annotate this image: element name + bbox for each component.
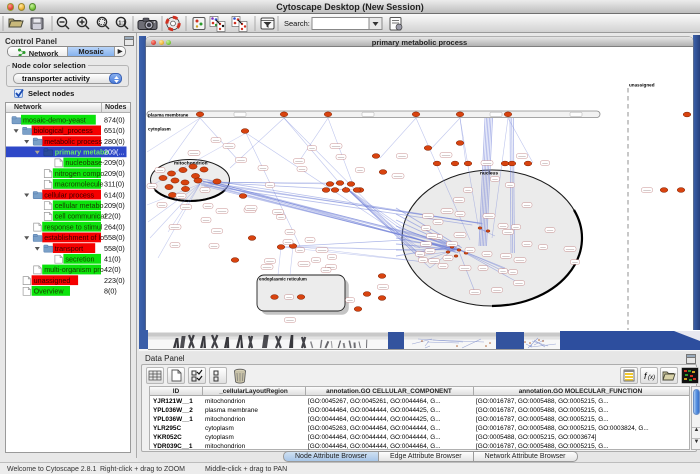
svg-text:mosaic-demo-yeast: mosaic-demo-yeast [23, 115, 86, 124]
svg-text:plasma membrane: plasma membrane [148, 112, 189, 117]
svg-text:22(0): 22(0) [104, 212, 121, 221]
svg-text:multi-organism pro: multi-organism pro [44, 265, 104, 274]
svg-text:8(0): 8(0) [104, 287, 117, 296]
svg-text:42(0): 42(0) [104, 265, 121, 274]
svg-text:endoplasmic reticulum: endoplasmic reticulum [259, 277, 307, 282]
svg-text:cellular process: cellular process [44, 190, 94, 199]
svg-text:macromolecule: macromolecule [55, 180, 104, 189]
svg-text:209(...: 209(... [104, 148, 124, 157]
svg-text:unassigned: unassigned [34, 276, 71, 285]
svg-text:209(0): 209(0) [104, 201, 125, 210]
svg-text:209(0): 209(0) [104, 158, 125, 167]
svg-text:nitrogen compo: nitrogen compo [55, 169, 105, 178]
svg-text:primary metabo: primary metabo [55, 148, 110, 157]
svg-text:41(0): 41(0) [104, 255, 121, 264]
svg-text:cell communicat: cell communicat [55, 212, 107, 221]
svg-text:cytoplasm: cytoplasm [148, 127, 171, 132]
svg-text:biological_process: biological_process [34, 126, 94, 135]
svg-text:651(0): 651(0) [104, 126, 125, 135]
svg-text:unassigned: unassigned [629, 83, 655, 88]
svg-text:establishment of lo: establishment of lo [44, 233, 104, 242]
svg-text:223(0): 223(0) [104, 276, 125, 285]
svg-text:nucleobase-: nucleobase- [65, 158, 105, 167]
svg-text:614(0): 614(0) [104, 190, 125, 199]
svg-text:311(0): 311(0) [104, 180, 124, 189]
svg-text:209(0): 209(0) [104, 169, 125, 178]
svg-text:response to stimul: response to stimul [44, 222, 103, 231]
svg-text:Search:: Search: [284, 19, 310, 28]
svg-text:metabolic process: metabolic process [44, 137, 102, 146]
svg-text:secretion: secretion [65, 255, 94, 264]
svg-text:nucleus: nucleus [480, 171, 498, 177]
svg-text:558(0): 558(0) [104, 244, 125, 253]
svg-text:874(0): 874(0) [104, 115, 125, 124]
svg-text:264(0): 264(0) [104, 222, 125, 231]
svg-text:cellular metabo: cellular metabo [55, 201, 104, 210]
svg-text:280(0): 280(0) [104, 137, 125, 146]
svg-text:transport: transport [55, 244, 83, 253]
svg-text:558(0): 558(0) [104, 233, 125, 242]
svg-text:Overview: Overview [34, 287, 65, 296]
svg-text:(x): (x) [648, 375, 655, 381]
